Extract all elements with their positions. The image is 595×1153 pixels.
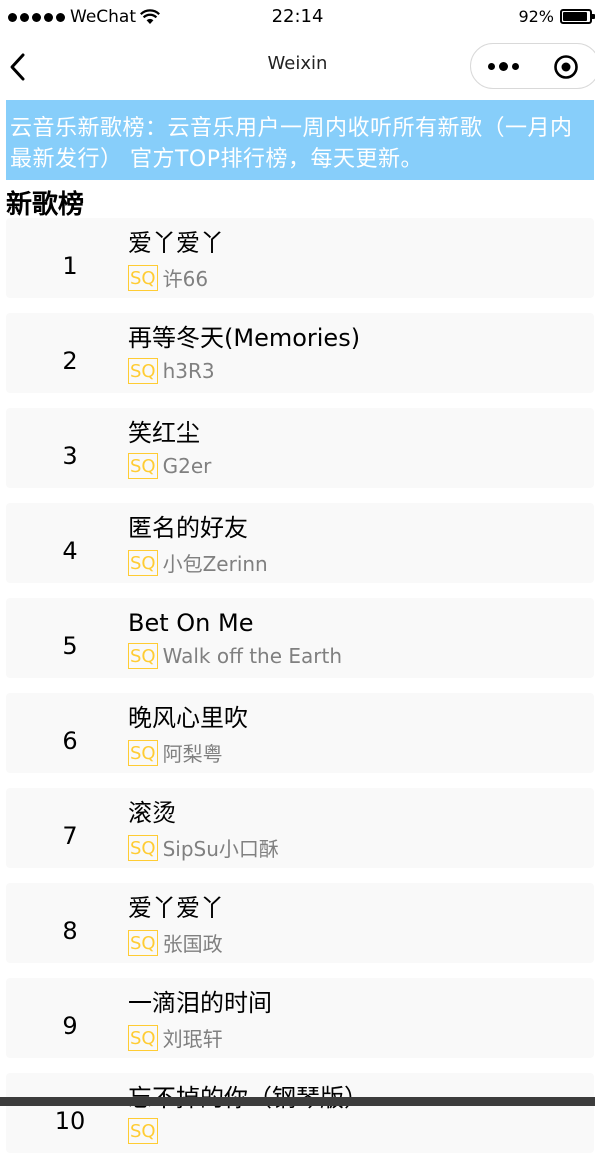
song-artist: 阿梨粤 — [162, 742, 223, 766]
status-bar: WeChat 22:14 92% — [0, 0, 595, 36]
song-list-item[interactable]: 1 爱丫爱丫 SQ 许66 — [6, 218, 594, 298]
song-artist: 张国政 — [162, 932, 223, 956]
song-meta: SQ 张国政 — [128, 928, 223, 957]
song-title: 再等冬天(Memories) — [128, 324, 361, 352]
song-meta: SQ 刘珉轩 — [128, 1023, 223, 1052]
battery-percentage: 92% — [518, 7, 554, 26]
song-rank: 10 — [54, 1107, 86, 1135]
song-artist: G2er — [162, 454, 212, 478]
song-title: 滚烫 — [128, 799, 176, 827]
song-meta: SQ h3R3 — [128, 358, 215, 384]
sq-quality-badge: SQ — [128, 1024, 158, 1051]
navigation-bar: Weixin — [0, 36, 595, 98]
song-meta: SQ 许66 — [128, 263, 208, 292]
song-title: 爱丫爱丫 — [128, 894, 224, 922]
song-artist: 许66 — [162, 267, 209, 291]
song-title: Bet On Me — [128, 609, 254, 637]
sq-quality-badge: SQ — [128, 549, 158, 576]
song-title: 爱丫爱丫 — [128, 229, 224, 257]
song-rank: 4 — [62, 537, 78, 565]
bottom-bar — [0, 1097, 595, 1106]
song-rank: 5 — [62, 632, 78, 660]
status-time: 22:14 — [271, 6, 324, 27]
more-button[interactable] — [483, 54, 523, 78]
song-artist: 刘珉轩 — [162, 1027, 223, 1051]
song-list-item[interactable]: 9 一滴泪的时间 SQ 刘珉轩 — [6, 978, 594, 1058]
song-list-item[interactable]: 7 滚烫 SQ SipSu小口酥 — [6, 788, 594, 868]
song-meta: SQ 小包Zerinn — [128, 548, 268, 577]
song-list-item[interactable]: 8 爱丫爱丫 SQ 张国政 — [6, 883, 594, 963]
song-artist: Walk off the Earth — [162, 644, 343, 668]
sq-quality-badge: SQ — [128, 453, 158, 479]
sq-quality-badge: SQ — [128, 1118, 158, 1144]
section-title: 新歌榜 — [6, 190, 85, 220]
chart-description-banner: 云音乐新歌榜：云音乐用户一周内收听所有新歌（一月内最新发行） 官方TOP排行榜，… — [6, 100, 594, 180]
status-right: 92% — [518, 7, 595, 26]
song-meta: SQ G2er — [128, 453, 211, 479]
song-artist: h3R3 — [162, 359, 215, 383]
song-list-item[interactable]: 5 Bet On Me SQ Walk off the Earth — [6, 598, 594, 678]
sq-quality-badge: SQ — [128, 358, 158, 384]
song-meta: SQ 阿梨粤 — [128, 738, 223, 767]
song-title: 一滴泪的时间 — [128, 989, 272, 1017]
sq-quality-badge: SQ — [128, 643, 158, 669]
song-title: 笑红尘 — [128, 419, 200, 447]
song-list-item[interactable]: 10忘不掉的你（钢琴版）SQ — [6, 1073, 594, 1153]
song-title: 晚风心里吹 — [128, 704, 248, 732]
sq-quality-badge: SQ — [128, 264, 158, 291]
song-rank: 6 — [62, 727, 78, 755]
song-artist: 小包Zerinn — [162, 552, 268, 576]
song-rank: 8 — [62, 917, 78, 945]
song-rank: 1 — [62, 252, 78, 280]
song-list-item[interactable]: 6 晚风心里吹 SQ 阿梨粤 — [6, 693, 594, 773]
song-title: 匿名的好友 — [128, 514, 248, 542]
song-meta: SQ Walk off the Earth — [128, 643, 342, 669]
target-circle-icon[interactable] — [553, 54, 579, 80]
song-meta: SQ SipSu小口酥 — [128, 833, 279, 862]
song-artist: SipSu小口酥 — [162, 837, 279, 861]
battery-icon — [560, 9, 595, 24]
sq-quality-badge: SQ — [128, 739, 158, 766]
mini-program-capsule — [470, 43, 595, 89]
sq-quality-badge: SQ — [128, 834, 158, 861]
song-rank: 7 — [62, 822, 78, 850]
song-rank: 3 — [62, 442, 78, 470]
song-list-item[interactable]: 4 匿名的好友 SQ 小包Zerinn — [6, 503, 594, 583]
song-meta: SQ — [128, 1118, 163, 1144]
song-rank: 2 — [62, 347, 78, 375]
song-list-item[interactable]: 3 笑红尘 SQ G2er — [6, 408, 594, 488]
capsule-divider — [535, 56, 536, 78]
song-rank: 9 — [62, 1012, 78, 1040]
song-list-item[interactable]: 2 再等冬天(Memories) SQ h3R3 — [6, 313, 594, 393]
sq-quality-badge: SQ — [128, 929, 158, 956]
